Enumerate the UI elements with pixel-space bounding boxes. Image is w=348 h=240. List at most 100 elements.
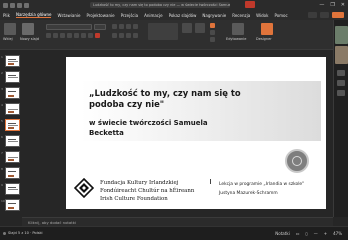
lesson-program-text: Lekcja w programie „Irlandia w szkole" xyxy=(219,182,305,187)
title-bar: Ludzkość to my, czy nam się to podoba cz… xyxy=(0,0,348,10)
account-avatar[interactable] xyxy=(245,1,255,8)
participant-video-tile[interactable] xyxy=(335,46,348,64)
tab-help[interactable]: Pomoc xyxy=(274,13,287,18)
align-right-icon[interactable] xyxy=(126,33,131,38)
align-left-icon[interactable] xyxy=(112,33,117,38)
strikethrough-icon[interactable] xyxy=(67,33,72,38)
quick-access-toolbar xyxy=(0,2,29,8)
shadow-icon[interactable] xyxy=(74,33,79,38)
camera-icon[interactable] xyxy=(337,70,345,76)
tab-record[interactable]: Nagrywanie xyxy=(202,13,226,18)
comments-button[interactable] xyxy=(308,12,317,18)
paste-icon[interactable] xyxy=(4,23,16,35)
font-color-icon[interactable] xyxy=(95,33,100,38)
status-bar: Slajd 5 z 10 · Polski Notatki ▭ ▯ — + 47… xyxy=(0,226,348,240)
tab-review[interactable]: Recenzja xyxy=(232,13,250,18)
underline-icon[interactable] xyxy=(60,33,65,38)
slide-thumbnail-pane: 1 2 3 4 5 6 7 8 9 10 xyxy=(0,51,22,216)
zoom-level[interactable]: 47% xyxy=(333,231,342,236)
editing-label: Edytowanie xyxy=(226,37,247,41)
window-controls: — ❐ ✕ xyxy=(319,2,345,8)
align-center-icon[interactable] xyxy=(119,33,124,38)
char-spacing-icon[interactable] xyxy=(81,33,86,38)
close-button[interactable]: ✕ xyxy=(341,2,345,8)
find-icon[interactable] xyxy=(232,23,244,35)
undo-icon[interactable] xyxy=(17,2,22,8)
editing-group: Edytowanie xyxy=(226,23,252,45)
tab-view[interactable]: Widok xyxy=(256,13,268,18)
bullets-icon[interactable] xyxy=(112,24,117,29)
quick-styles-icon[interactable] xyxy=(195,23,205,33)
thumbnail-image xyxy=(5,71,20,83)
notes-toggle-button[interactable]: Notatki xyxy=(275,231,289,236)
author-name-text: Justyna Mazurek-Schramm xyxy=(219,191,278,196)
shapes-gallery[interactable] xyxy=(148,23,178,40)
status-indicator-icon xyxy=(3,232,6,235)
thumbnail-number: 9 xyxy=(1,183,3,187)
slide-title-line-1: „Ludzkość to my, czy nam się to xyxy=(89,88,241,98)
slide-subtitle-line-2: Becketta xyxy=(89,129,124,137)
shape-effects-icon[interactable] xyxy=(210,37,215,42)
font-name-dropdown[interactable] xyxy=(46,24,92,30)
slide-title-line-2: podoba czy nie" xyxy=(89,99,165,109)
arrange-icon[interactable] xyxy=(182,23,192,33)
tab-slideshow[interactable]: Pokaz slajdów xyxy=(169,13,197,18)
thumbnail-image xyxy=(5,55,20,67)
microphone-icon[interactable] xyxy=(337,80,345,86)
thumbnail-image xyxy=(5,199,20,211)
designer-group: Designer xyxy=(256,23,280,45)
zoom-in-button[interactable]: + xyxy=(324,231,327,236)
participant-video-tile[interactable] xyxy=(335,26,348,44)
redo-icon[interactable] xyxy=(24,2,29,8)
editing-canvas: „Ludzkość to my, czy nam się to podoba c… xyxy=(22,51,333,217)
font-size-dropdown[interactable] xyxy=(94,24,106,30)
foundation-name-irish: Fondúireacht Chultúr na hÉireann xyxy=(100,188,195,194)
title-search-box[interactable]: Ludzkość to my, czy nam się to podoba cz… xyxy=(90,2,230,8)
thumbnail-image xyxy=(5,151,20,163)
thumbnail-number: 1 xyxy=(1,55,3,59)
thumbnail-image xyxy=(5,103,20,115)
new-slide-icon[interactable] xyxy=(22,23,34,35)
tab-home[interactable]: Narzędzia główne xyxy=(15,12,52,18)
ribbon-home: Wklej Nowy slajd Edytowanie Designer xyxy=(0,20,348,50)
bold-icon[interactable] xyxy=(46,33,51,38)
document-title: Ludzkość to my, czy nam się to podoba cz… xyxy=(93,3,230,7)
slide-subtitle-line-1: w świecie twórczości Samuela xyxy=(89,119,208,127)
thumbnail-number: 7 xyxy=(1,151,3,155)
italic-icon[interactable] xyxy=(53,33,58,38)
reading-view-icon[interactable]: ▯ xyxy=(306,231,308,236)
thumbnail-number: 5 xyxy=(1,119,3,123)
share-button[interactable] xyxy=(332,12,344,18)
title-text-box[interactable]: „Ludzkość to my, czy nam się to podoba c… xyxy=(81,81,321,141)
tab-design[interactable]: Projektowanie xyxy=(86,13,114,18)
maximize-button[interactable]: ❐ xyxy=(330,2,334,8)
current-slide[interactable]: „Ludzkość to my, czy nam się to podoba c… xyxy=(66,57,326,209)
justify-icon[interactable] xyxy=(133,33,138,38)
tab-transitions[interactable]: Przejścia xyxy=(121,13,139,18)
thumbnail-image xyxy=(5,167,20,179)
zoom-out-button[interactable]: — xyxy=(314,231,318,236)
thumbnail-number: 4 xyxy=(1,103,3,107)
tab-insert[interactable]: Wstawianie xyxy=(57,13,80,18)
chat-icon[interactable] xyxy=(337,90,345,96)
thumbnail-number: 8 xyxy=(1,167,3,171)
paste-label: Wklej xyxy=(3,37,13,41)
minimize-button[interactable]: — xyxy=(319,2,324,8)
notes-pane[interactable]: Kliknij, aby dodać notatki xyxy=(22,217,333,226)
change-case-icon[interactable] xyxy=(88,33,93,38)
tab-animations[interactable]: Animacje xyxy=(144,13,163,18)
designer-icon[interactable] xyxy=(261,23,273,35)
menu-right-actions xyxy=(308,12,344,18)
shape-outline-icon[interactable] xyxy=(210,30,215,35)
thumbnail-number: 3 xyxy=(1,87,3,91)
tab-file[interactable]: Plik xyxy=(3,13,10,18)
designer-label: Designer xyxy=(256,37,272,41)
numbering-icon[interactable] xyxy=(119,24,124,29)
shape-fill-icon[interactable] xyxy=(210,23,215,28)
normal-view-icon[interactable]: ▭ xyxy=(296,231,300,236)
save-icon[interactable] xyxy=(10,2,15,8)
app-logo-icon xyxy=(3,2,8,8)
present-button[interactable] xyxy=(320,12,329,18)
decrease-indent-icon[interactable] xyxy=(126,24,131,29)
increase-indent-icon[interactable] xyxy=(133,24,138,29)
